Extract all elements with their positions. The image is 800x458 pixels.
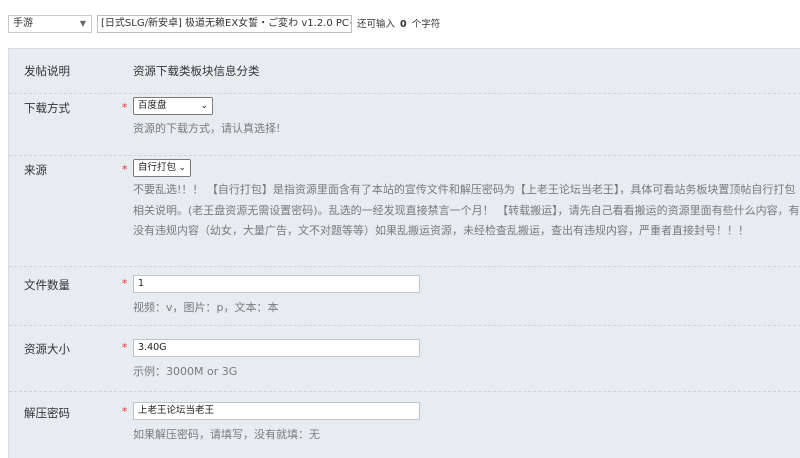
resource-size-label: 资源大小 [24,342,70,356]
source-select[interactable]: 自行打包 ⌄ [133,159,191,177]
download-method-label: 下载方式 [24,101,70,115]
required-mark: * [122,341,128,354]
post-type-select[interactable]: 手游 ▼ [8,15,92,33]
chevron-down-icon: ▼ [79,19,86,28]
form-row-download: 下载方式 * 百度盘 ⌄ 资源的下载方式，请认真选择! [9,93,800,156]
post-top-bar: 手游 ▼ [日式SLG/新安卓] 极道无赖EX女誓・ご変わ v1.2.0 PC+… [0,0,800,48]
form-row-source: 来源 * 自行打包 ⌄ 不要乱选!！！ 【自行打包】是指资源里面含有了本站的宣传… [9,155,800,267]
required-mark: * [122,101,128,114]
file-count-label: 文件数量 [24,278,70,292]
file-count-input[interactable]: 1 [133,275,420,293]
unzip-password-help: 如果解压密码，请填写，没有就填：无 [133,428,320,441]
remaining-prefix: 还可输入 [357,19,396,30]
required-mark: * [122,405,128,418]
category-title: 资源下载类板块信息分类 [133,64,260,78]
file-count-help: 视频：v，图片：p，文本：本 [133,301,279,314]
post-instructions-label: 发帖说明 [24,64,70,78]
resource-size-input[interactable]: 3.40G [133,339,420,357]
post-title-input[interactable]: [日式SLG/新安卓] 极道无赖EX女誓・ご変わ v1.2.0 PC+安卓 [97,15,352,33]
chevron-down-icon: ⌄ [178,163,186,173]
char-remaining-text: 还可输入 0 个字符 [357,16,440,30]
resource-size-help: 示例：3000M or 3G [133,365,238,378]
form-row-filecount: 文件数量 * 1 视频：v，图片：p，文本：本 [9,266,800,326]
resource-info-form: 发帖说明 资源下载类板块信息分类 下载方式 * 百度盘 ⌄ 资源的下载方式，请认… [8,48,800,458]
source-help: 不要乱选!！！ 【自行打包】是指资源里面含有了本站的宣传文件和解压密码为【上老王… [133,183,800,237]
form-row-password: 解压密码 * 上老王论坛当老王 如果解压密码，请填写，没有就填：无 [9,391,800,458]
remaining-suffix: 个字符 [411,19,441,30]
download-method-value: 百度盘 [138,100,167,111]
post-type-value: 手游 [13,18,33,29]
source-value: 自行打包 [138,162,177,173]
unzip-password-input[interactable]: 上老王论坛当老王 [133,402,420,420]
form-row-size: 资源大小 * 3.40G 示例：3000M or 3G [9,325,800,392]
unzip-password-label: 解压密码 [24,406,70,420]
required-mark: * [122,277,128,290]
download-method-help: 资源的下载方式，请认真选择! [133,122,281,135]
required-mark: * [122,163,128,176]
source-label: 来源 [24,163,47,177]
form-row-header: 发帖说明 资源下载类板块信息分类 [9,49,800,94]
download-method-select[interactable]: 百度盘 ⌄ [133,97,213,115]
chevron-down-icon: ⌄ [200,101,208,111]
remaining-count: 0 [400,19,407,30]
